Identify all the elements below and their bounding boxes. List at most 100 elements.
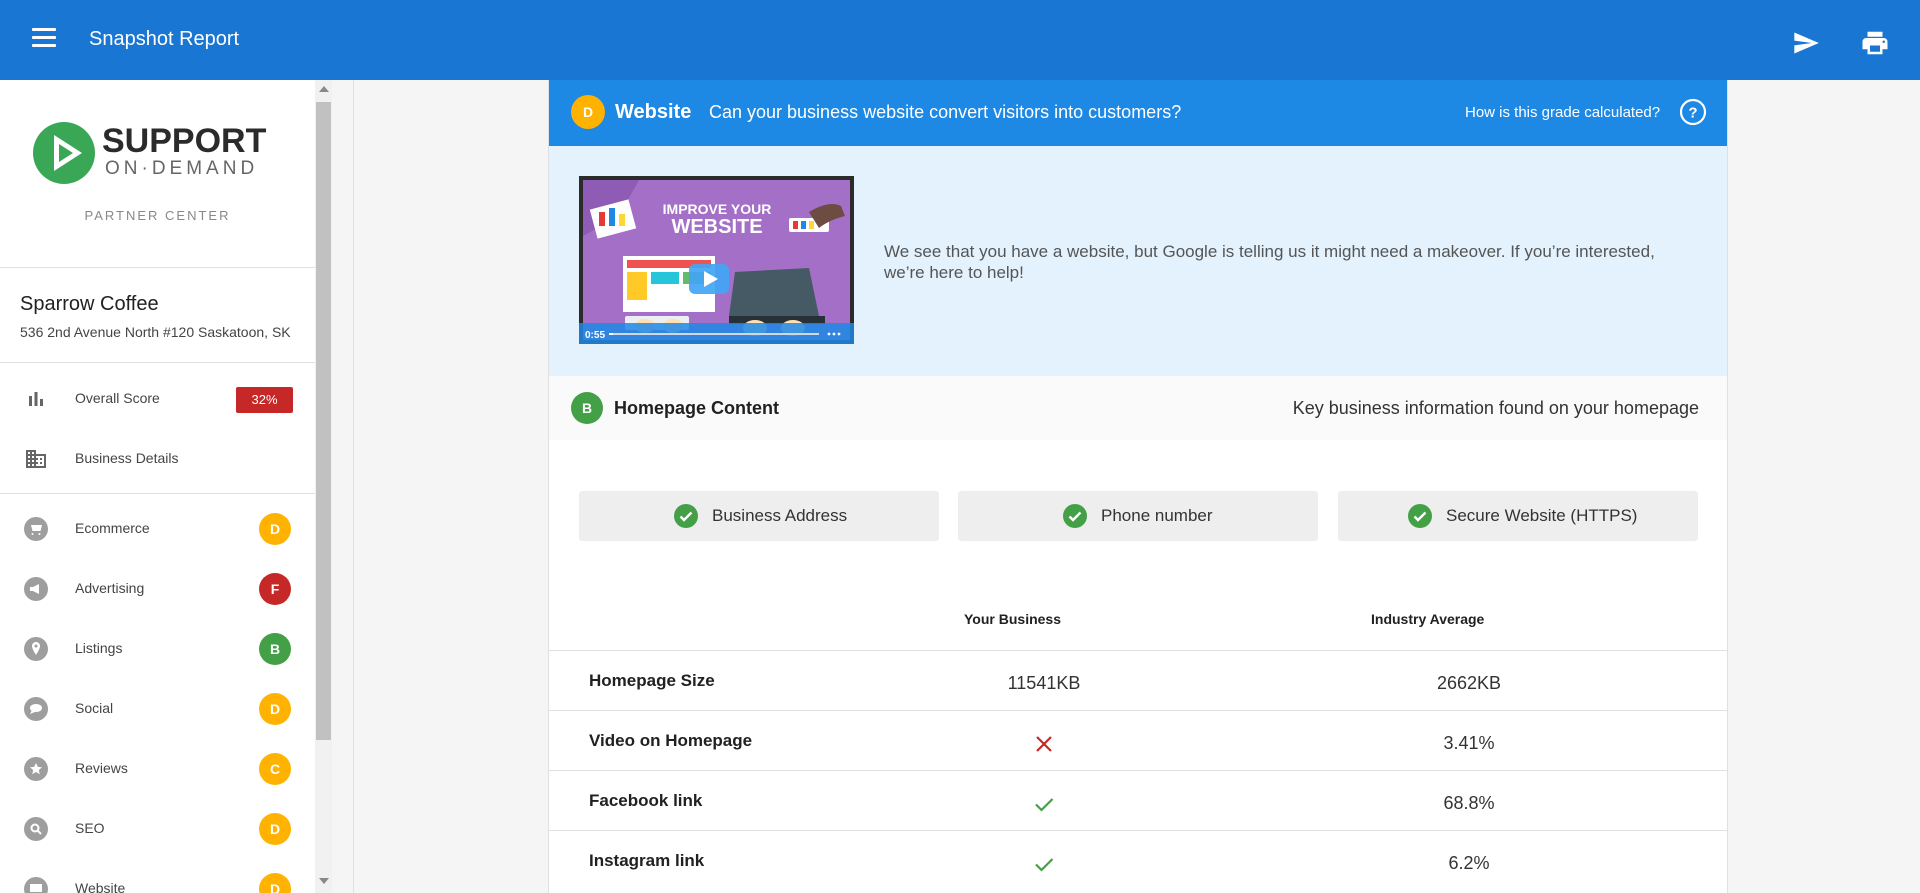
metric-label: Instagram link bbox=[589, 851, 705, 870]
nav-website[interactable]: Website D bbox=[0, 864, 315, 893]
business-name: Sparrow Coffee bbox=[20, 293, 159, 315]
website-grade-badge: D bbox=[571, 95, 605, 129]
nav-label: Business Details bbox=[75, 450, 179, 466]
monitor-icon bbox=[24, 877, 48, 893]
app-title: Snapshot Report bbox=[89, 28, 240, 50]
sidebar-scrollbar[interactable] bbox=[315, 80, 332, 893]
grade-badge: D bbox=[259, 873, 291, 893]
megaphone-icon bbox=[24, 577, 48, 601]
scroll-down-arrow-icon[interactable] bbox=[319, 878, 329, 884]
nav-ecommerce[interactable]: Ecommerce D bbox=[0, 504, 315, 554]
nav-listings[interactable]: Listings B bbox=[0, 624, 315, 674]
industry-average-value: 3.41% bbox=[1443, 733, 1495, 753]
video-title-line1: IMPROVE YOUR bbox=[663, 201, 772, 217]
grade-badge: C bbox=[259, 753, 291, 785]
business-address: 536 2nd Avenue North #120 Saskatoon, SK bbox=[20, 324, 291, 340]
check-chip-business-address: Business Address bbox=[579, 491, 939, 541]
partner-center-label: PARTNER CENTER bbox=[84, 208, 231, 223]
table-row: Homepage Size 11541KB 2662KB bbox=[549, 650, 1727, 710]
homepage-content-header: B Homepage Content Key business informat… bbox=[549, 376, 1727, 440]
website-section-header: D Website Can your business website conv… bbox=[549, 80, 1727, 146]
grade-badge: D bbox=[259, 813, 291, 845]
checkmark-icon bbox=[1035, 798, 1054, 812]
nav-label: SEO bbox=[75, 820, 105, 836]
check-chip-phone-number: Phone number bbox=[958, 491, 1318, 541]
chat-bubble-icon bbox=[24, 697, 48, 721]
video-progress-bar[interactable] bbox=[609, 333, 614, 335]
industry-average-value: 2662KB bbox=[1436, 673, 1502, 693]
star-icon bbox=[24, 757, 48, 781]
chip-label: Business Address bbox=[712, 506, 848, 525]
nav-advertising[interactable]: Advertising F bbox=[0, 564, 315, 614]
column-header-industry-average: Industry Average bbox=[1371, 611, 1485, 627]
nav-overall-score[interactable]: Overall Score 32% bbox=[0, 374, 315, 424]
logo-line2: ON·DEMAND bbox=[105, 158, 258, 179]
nav-reviews[interactable]: Reviews C bbox=[0, 744, 315, 794]
top-app-bar: Snapshot Report bbox=[0, 0, 1920, 80]
hamburger-menu-icon[interactable] bbox=[28, 28, 62, 52]
overall-score-badge: 32% bbox=[236, 387, 293, 413]
building-icon bbox=[26, 450, 46, 468]
chip-label: Secure Website (HTTPS) bbox=[1446, 506, 1638, 525]
column-header-your-business: Your Business bbox=[964, 611, 1061, 627]
nav-label: Overall Score bbox=[75, 390, 160, 406]
grade-badge: D bbox=[259, 513, 291, 545]
magnifier-icon bbox=[24, 817, 48, 841]
metric-label: Homepage Size bbox=[589, 671, 715, 690]
section-question: Can your business website convert visito… bbox=[709, 102, 1182, 122]
video-player[interactable]: IMPROVE YOUR WEBSITE 0:55 bbox=[579, 176, 854, 344]
grade-badge: B bbox=[259, 633, 291, 665]
nav-label: Ecommerce bbox=[75, 520, 150, 536]
homepage-content-title: Homepage Content bbox=[614, 398, 780, 418]
nav-label: Website bbox=[75, 880, 126, 893]
divider bbox=[353, 80, 354, 893]
scrollbar-thumb[interactable] bbox=[316, 102, 331, 740]
table-row: Facebook link 68.8% bbox=[549, 770, 1727, 830]
industry-average-value: 68.8% bbox=[1443, 793, 1495, 813]
help-circle-icon[interactable]: ? bbox=[1679, 98, 1707, 126]
video-time: 0:55 bbox=[585, 330, 605, 341]
industry-average-value: 6.2% bbox=[1448, 853, 1490, 873]
nav-label: Listings bbox=[75, 640, 123, 656]
check-circle-icon bbox=[1408, 504, 1432, 528]
grade-badge: F bbox=[259, 573, 291, 605]
section-title: Website bbox=[615, 101, 692, 123]
cart-icon bbox=[24, 517, 48, 541]
logo-line1: SUPPORT bbox=[102, 122, 267, 160]
check-circle-icon bbox=[674, 504, 698, 528]
nav-business-details[interactable]: Business Details bbox=[0, 434, 315, 484]
svg-text:?: ? bbox=[1688, 105, 1697, 122]
check-circle-icon bbox=[1063, 504, 1087, 528]
grade-calculation-link[interactable]: How is this grade calculated? bbox=[1465, 104, 1660, 121]
check-chip-secure-website: Secure Website (HTTPS) bbox=[1338, 491, 1698, 541]
send-icon[interactable] bbox=[1790, 29, 1822, 57]
website-description: We see that you have a website, but Goog… bbox=[884, 242, 1655, 282]
nav-label: Advertising bbox=[75, 580, 145, 596]
video-section: IMPROVE YOUR WEBSITE 0:55 We see that yo… bbox=[549, 146, 1727, 376]
nav-seo[interactable]: SEO D bbox=[0, 804, 315, 854]
your-business-value: 11541KB bbox=[1007, 673, 1081, 693]
metric-label: Video on Homepage bbox=[589, 731, 753, 750]
location-pin-icon bbox=[24, 637, 48, 661]
print-icon[interactable] bbox=[1860, 28, 1890, 58]
checkmark-icon bbox=[1035, 858, 1054, 872]
nav-label: Reviews bbox=[75, 760, 128, 776]
nav-social[interactable]: Social D bbox=[0, 684, 315, 734]
homepage-content-subtitle: Key business information found on your h… bbox=[1292, 398, 1699, 418]
nav-label: Social bbox=[75, 700, 114, 716]
video-title-line2: WEBSITE bbox=[671, 216, 762, 238]
support-on-demand-logo: SUPPORT ON·DEMAND bbox=[33, 122, 267, 184]
chip-label: Phone number bbox=[1101, 506, 1213, 525]
metric-label: Facebook link bbox=[589, 791, 703, 810]
divider bbox=[0, 493, 315, 494]
video-thumbnail: IMPROVE YOUR WEBSITE 0:55 bbox=[579, 180, 854, 344]
table-row: Instagram link 6.2% bbox=[549, 830, 1727, 890]
homepage-grade-badge: B bbox=[571, 392, 603, 424]
scroll-up-arrow-icon[interactable] bbox=[319, 86, 329, 92]
divider bbox=[0, 267, 315, 268]
website-report-panel: D Website Can your business website conv… bbox=[548, 80, 1728, 893]
divider bbox=[0, 362, 315, 363]
sidebar: SUPPORT ON·DEMAND PARTNER CENTER Sparrow… bbox=[0, 80, 315, 893]
cross-icon bbox=[1036, 736, 1052, 752]
table-row: Video on Homepage 3.41% bbox=[549, 710, 1727, 770]
